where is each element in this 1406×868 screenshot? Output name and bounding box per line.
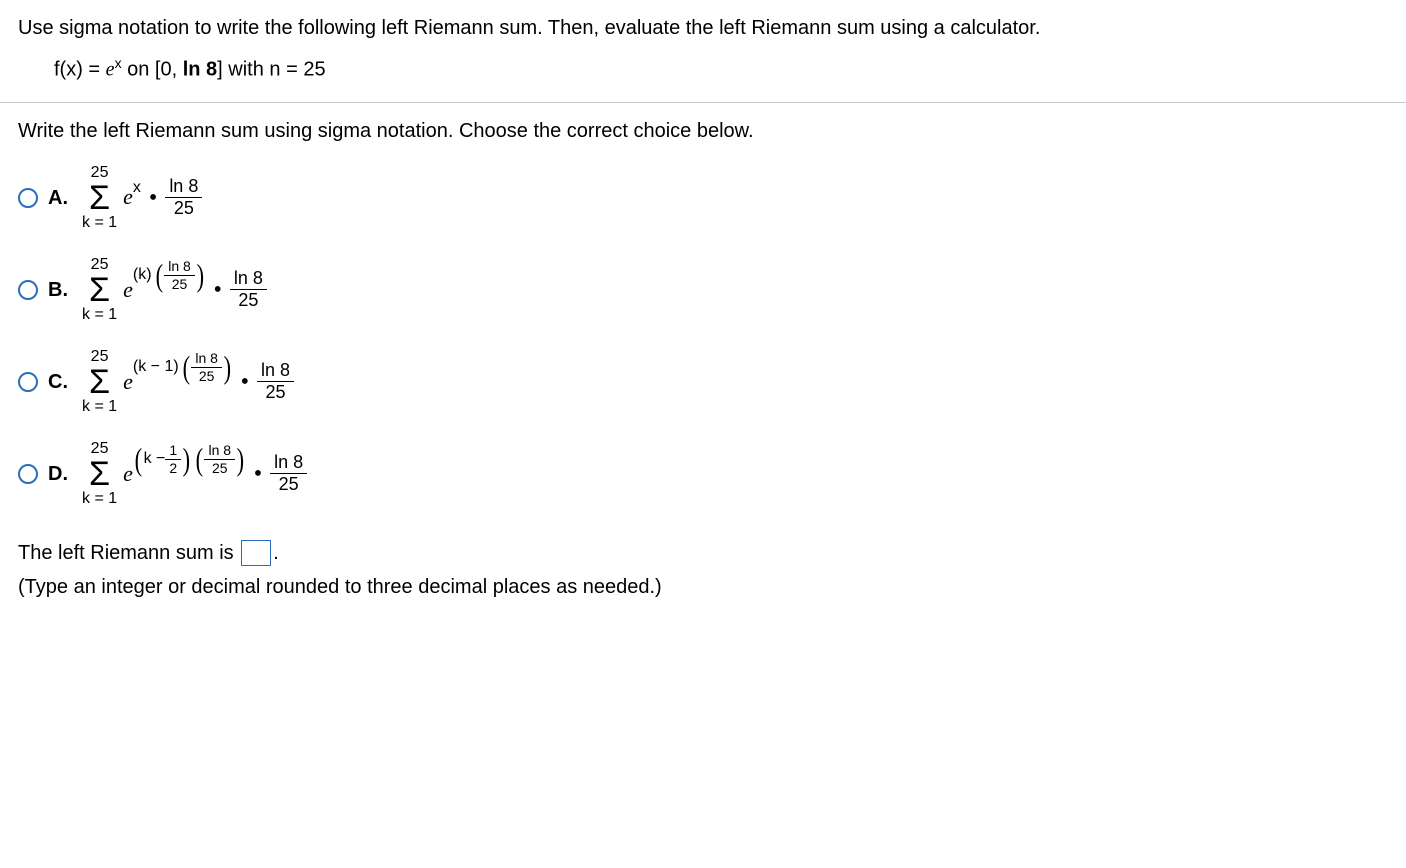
option-D-math: 25 Σ k = 1 e ( k − 1 2 ): [82, 441, 307, 507]
function-def: f(x) = ex on [0, ln 8] with n = 25: [54, 54, 1388, 84]
option-label: C.: [48, 368, 72, 396]
option-label: B.: [48, 276, 72, 304]
option-C[interactable]: C. 25 Σ k = 1 e (k − 1) ( ln 8 25: [0, 341, 1406, 423]
option-label: D.: [48, 460, 72, 488]
option-B-math: 25 Σ k = 1 e (k) ( ln 8 25 ): [82, 257, 267, 323]
answer-line: The left Riemann sum is .: [18, 539, 1388, 567]
radio-icon[interactable]: [18, 188, 38, 208]
radio-icon[interactable]: [18, 464, 38, 484]
sigma-icon: 25 Σ k = 1: [82, 349, 117, 415]
option-label: A.: [48, 184, 72, 212]
answer-section: The left Riemann sum is . (Type an integ…: [0, 525, 1406, 625]
fraction: ln 8 25: [230, 269, 267, 310]
option-C-math: 25 Σ k = 1 e (k − 1) ( ln 8 25 ): [82, 349, 294, 415]
answer-hint: (Type an integer or decimal rounded to t…: [18, 573, 1388, 601]
radio-icon[interactable]: [18, 280, 38, 300]
sigma-icon: 25 Σ k = 1: [82, 257, 117, 323]
option-D[interactable]: D. 25 Σ k = 1 e ( k − 1 2 ): [0, 433, 1406, 515]
option-A-math: 25 Σ k = 1 e x • ln 8 25: [82, 165, 202, 231]
option-A[interactable]: A. 25 Σ k = 1 e x • ln 8 25: [0, 157, 1406, 239]
fraction: ln 8 25: [270, 453, 307, 494]
sigma-icon: 25 Σ k = 1: [82, 165, 117, 231]
sigma-icon: 25 Σ k = 1: [82, 441, 117, 507]
problem-statement: Use sigma notation to write the followin…: [18, 14, 1388, 42]
answer-input[interactable]: [241, 540, 271, 566]
problem-section: Use sigma notation to write the followin…: [0, 0, 1406, 103]
question-prompt: Write the left Riemann sum using sigma n…: [0, 103, 1406, 149]
fraction: ln 8 25: [165, 177, 202, 218]
option-B[interactable]: B. 25 Σ k = 1 e (k) ( ln 8 25 ): [0, 249, 1406, 331]
fraction: ln 8 25: [257, 361, 294, 402]
radio-icon[interactable]: [18, 372, 38, 392]
options-group: A. 25 Σ k = 1 e x • ln 8 25 B. 25 Σ: [0, 157, 1406, 515]
